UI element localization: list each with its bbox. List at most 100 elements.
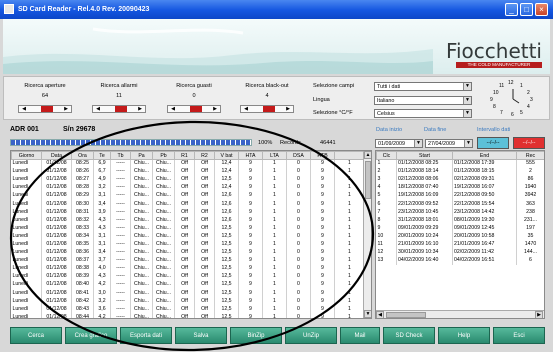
scroll-down-icon[interactable]: ▼ [364,310,371,318]
slider-thumb[interactable] [41,106,53,112]
column-header[interactable]: End [452,151,517,160]
table-row[interactable]: Lunedì 01/12/08 08:28 3,2 ----- Chiu... Chiu..… [11,183,365,192]
column-header[interactable]: DSA [286,151,311,160]
table-row[interactable]: 9 09/01/2009 09:29 09/01/2009 12:45 197 [376,224,544,233]
table-row[interactable]: Lunedì 01/12/08 08:34 3,1 ----- Chiu... Chiu..… [11,232,365,241]
column-header[interactable]: Start [396,151,453,160]
slider-thumb[interactable] [263,106,275,112]
column-header[interactable]: Rec [516,151,544,160]
scroll-thumb[interactable] [365,161,371,199]
crea-grafico-button[interactable]: Crea grafico [65,327,117,344]
help-button[interactable]: Help [438,327,490,344]
data-inizio-picker[interactable]: 01/09/2009 ▼ [375,139,423,148]
table-row[interactable]: Lunedì 01/12/08 08:36 3,4 ----- Chiu... Chiu..… [11,248,365,257]
left-arrow-icon[interactable]: ◀ [241,106,251,112]
table-row[interactable]: 4 18/12/2008 07:40 19/12/2008 16:07 1940 [376,183,544,192]
column-header[interactable]: HTA [238,151,263,160]
esci-button[interactable]: Esci [493,327,545,344]
scroll-left-icon[interactable]: ◀ [376,311,384,318]
right-arrow-icon[interactable]: ▶ [210,106,220,112]
table-row[interactable]: 7 23/12/2008 10:45 23/12/2008 14:42 238 [376,208,544,217]
chevron-down-icon[interactable]: ▼ [463,83,471,90]
column-header[interactable]: R1 [174,151,195,160]
table-row[interactable]: Lunedì 01/12/08 08:29 3,1 ----- Chiu... Chiu..… [11,191,365,200]
table-row[interactable]: Lunedì 01/12/08 08:30 3,4 ----- Chiu... Chiu..… [11,199,365,209]
chevron-down-icon[interactable]: ▼ [463,110,471,117]
right-arrow-icon[interactable]: ▶ [61,106,71,112]
scroll-thumb[interactable] [386,312,426,318]
table-row[interactable]: 10 20/01/2009 10:24 20/01/2009 10:58 35 [376,232,544,241]
table-row[interactable]: 5 19/12/2008 16:09 22/12/2008 09:50 3942 [376,191,544,200]
column-header[interactable] [334,151,365,160]
column-header[interactable]: Pb [152,151,175,160]
ricerca-blackout-slider[interactable]: ◀ ▶ [240,105,294,113]
ricerca-guasti-slider[interactable]: ◀ ▶ [167,105,221,113]
table-row[interactable]: 2 01/12/2008 18:14 01/12/2008 18:15 2 [376,167,544,176]
table-row[interactable]: Lunedì 01/12/08 08:40 4,2 ----- Chiu... Chiu..… [11,280,365,289]
column-header[interactable]: HTB [310,151,335,160]
column-header[interactable]: V bat [214,151,239,160]
table-row[interactable]: 6 22/12/2008 09:52 22/12/2008 15:54 363 [376,199,544,209]
table-row[interactable]: 1 01/12/2008 08:25 01/12/2008 17:39 555 [376,159,544,168]
binzip-button[interactable]: BinZip [230,327,282,344]
table-row[interactable]: Lunedì 01/12/08 08:42 3,2 ----- Chiu... Chiu..… [11,297,365,306]
salva-button[interactable]: Salva [175,327,227,344]
scroll-right-icon[interactable]: ▶ [535,311,543,318]
column-header[interactable]: LTA [262,151,287,160]
table-row[interactable]: 8 31/12/2008 18:01 08/01/2009 19:30 231... [376,216,544,225]
table-row[interactable]: Lunedì 01/12/08 08:27 4,9 ----- Chiu... Chiu..… [11,175,365,184]
chevron-down-icon[interactable]: ▼ [464,140,472,147]
table-row[interactable]: 3 02/12/2008 08:06 02/12/2008 09:31 86 [376,175,544,184]
table-row[interactable]: 11 21/01/2009 16:10 21/01/2009 16:47 1470 [376,240,544,249]
chevron-down-icon[interactable]: ▼ [463,97,471,104]
table-row[interactable]: Lunedì 01/12/08 08:39 4,3 ----- Chiu... Chiu..… [11,272,365,281]
column-header[interactable]: Ora [71,151,94,160]
table-row[interactable]: Lunedì 01/12/08 08:31 3,9 ----- Chiu... Chiu..… [11,208,365,217]
table-row[interactable]: Lunedì 01/12/08 08:35 3,1 ----- Chiu... Chiu..… [11,240,365,249]
chevron-down-icon[interactable]: ▼ [414,140,422,147]
selezione-campi-select[interactable]: Tutti i dati ▼ [374,82,472,91]
table-row[interactable]: Lunedì 01/12/08 08:33 4,3 ----- Chiu... Chiu..… [11,224,365,233]
right-arrow-icon[interactable]: ▶ [283,106,293,112]
column-header[interactable]: Clc [376,151,397,160]
close-button[interactable]: × [535,3,548,16]
table-row[interactable]: Lunedì 01/12/08 08:43 3,6 ----- Chiu... Chiu..… [11,305,365,314]
right-arrow-icon[interactable]: ▶ [135,106,145,112]
cerca-button[interactable]: Cerca [10,327,62,344]
column-header[interactable]: Giorno [11,151,42,160]
table-row[interactable]: Lunedì 01/12/08 08:44 4,2 ----- Chiu... Chiu..… [11,313,365,318]
unzip-button[interactable]: UnZip [285,327,337,344]
table-row[interactable]: Lunedì 01/12/08 08:25 6,9 ----- Chiu... Chiu..… [11,159,365,168]
left-arrow-icon[interactable]: ◀ [168,106,178,112]
horizontal-scrollbar[interactable]: ◀ ▶ [376,310,544,318]
selezione-temp-select[interactable]: Celsius ▼ [374,109,472,118]
table-row[interactable]: Lunedì 01/12/08 08:38 4,0 ----- Chiu... Chiu..… [11,264,365,273]
interval-end-button[interactable]: --/--/-- [513,137,545,149]
vertical-scrollbar[interactable]: ▲ ▼ [363,151,371,318]
table-row[interactable]: Lunedì 01/12/08 08:41 3,0 ----- Chiu... Chiu..… [11,289,365,298]
sd-check-button[interactable]: SD Check [383,327,435,344]
left-arrow-icon[interactable]: ◀ [93,106,103,112]
data-fine-picker[interactable]: 27/04/2009 ▼ [425,139,473,148]
column-header[interactable]: Te [93,151,111,160]
interval-start-button[interactable]: --/--/-- [477,137,509,149]
lingua-select[interactable]: Italiano ▼ [374,96,472,105]
slider-thumb[interactable] [115,106,127,112]
ricerca-allarmi-slider[interactable]: ◀ ▶ [92,105,146,113]
ricerca-aperture-slider[interactable]: ◀ ▶ [18,105,72,113]
table-row[interactable]: Lunedì 01/12/08 08:37 3,7 ----- Chiu... Chiu..… [11,256,365,265]
column-header[interactable]: Tb [110,151,131,160]
slider-thumb[interactable] [190,106,202,112]
table-row[interactable]: Lunedì 01/12/08 08:26 6,7 ----- Chiu... Chiu..… [11,167,365,176]
left-arrow-icon[interactable]: ◀ [19,106,29,112]
maximize-button[interactable]: □ [520,3,533,16]
column-header[interactable]: Data [41,151,72,160]
table-row[interactable]: Lunedì 01/12/08 08:32 4,3 ----- Chiu... Chiu..… [11,216,365,225]
scroll-up-icon[interactable]: ▲ [364,151,371,159]
column-header[interactable]: R2 [194,151,215,160]
column-header[interactable]: Pa [130,151,153,160]
mail-button[interactable]: Mail [340,327,380,344]
table-row[interactable]: 12 30/01/2009 10:34 02/02/2009 11:42 144... [376,248,544,257]
minimize-button[interactable]: _ [505,3,518,16]
table-row[interactable]: 13 04/02/2009 16:40 04/02/2009 16:51 6 [376,256,544,265]
